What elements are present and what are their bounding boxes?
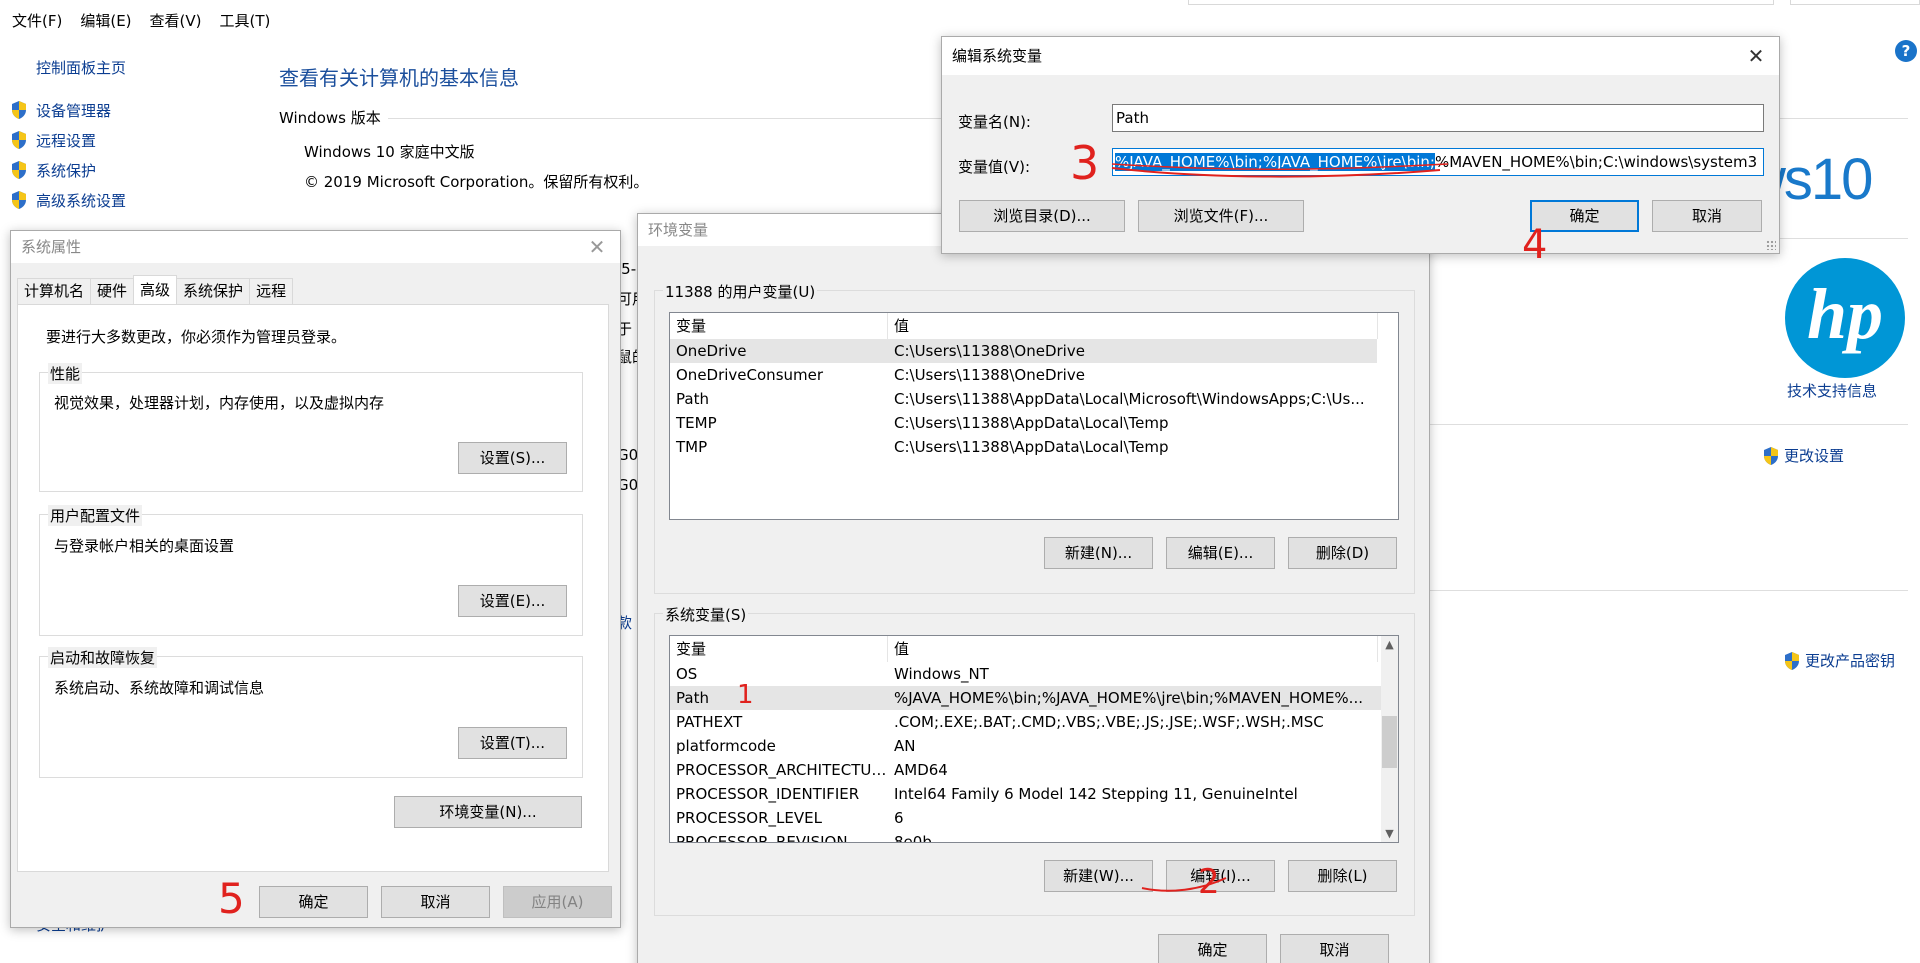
annotation-3: 3 (1070, 136, 1100, 190)
annotation-5: 5 (218, 874, 245, 923)
annotation-overlay (1111, 163, 1449, 892)
annotation-4: 4 (1522, 222, 1548, 268)
underline-annotation (1111, 163, 1449, 171)
annotation-1: 1 (737, 680, 754, 710)
annotation-2: 2 (1198, 862, 1220, 902)
